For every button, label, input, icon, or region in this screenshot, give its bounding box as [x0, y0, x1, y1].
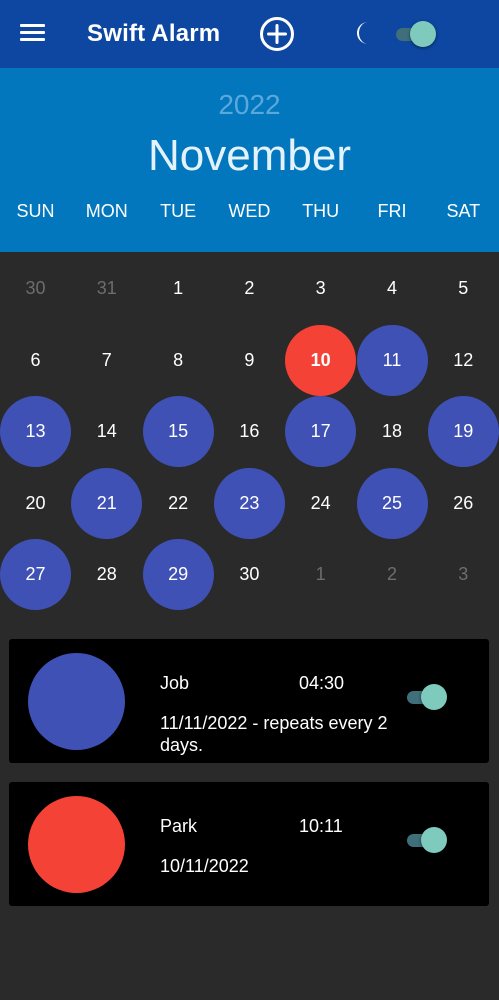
- day-cell[interactable]: 28: [71, 539, 142, 610]
- add-alarm-button[interactable]: [259, 16, 295, 52]
- day-cell[interactable]: 14: [71, 396, 142, 467]
- day-cell[interactable]: 6: [0, 325, 71, 396]
- day-cell[interactable]: 3: [428, 539, 499, 610]
- alarm-color-dot: [28, 796, 125, 893]
- alarm-card[interactable]: Park 10:11 10/11/2022: [9, 782, 489, 906]
- weekday-label: MON: [85, 201, 128, 221]
- day-cell[interactable]: 12: [428, 325, 499, 396]
- day-cell[interactable]: 1: [143, 253, 214, 324]
- day-cell[interactable]: 7: [71, 325, 142, 396]
- weekday-label: SUN: [16, 201, 55, 221]
- day-cell[interactable]: 8: [143, 325, 214, 396]
- day-cell[interactable]: 30: [0, 253, 71, 324]
- alarm-card[interactable]: Job 04:30 11/11/2022 - repeats every 2 day…: [9, 639, 489, 763]
- toggle-knob: [410, 21, 436, 47]
- weekday-row: SUN MON TUE WED THU FRI SAT: [0, 200, 499, 224]
- app-title: Swift Alarm: [87, 20, 221, 47]
- day-cell[interactable]: 2: [357, 539, 428, 610]
- alarm-name: Job: [160, 673, 190, 693]
- hamburger-menu-icon[interactable]: [20, 22, 46, 44]
- alarm-enable-toggle[interactable]: [407, 827, 447, 853]
- day-cell[interactable]: 4: [357, 253, 428, 324]
- calendar-header: 2022 November SUN MON TUE WED THU FRI SAT: [0, 68, 499, 252]
- alarm-name: Park: [160, 816, 198, 836]
- alarm-color-dot: [28, 653, 125, 750]
- day-cell[interactable]: 24: [285, 468, 356, 539]
- day-cell-alarm[interactable]: 27: [0, 539, 71, 610]
- weekday-label: TUE: [160, 201, 197, 221]
- toggle-knob: [421, 827, 447, 853]
- day-cell-alarm[interactable]: 13: [0, 396, 71, 467]
- weekday-label: FRI: [377, 201, 407, 221]
- day-cell-alarm[interactable]: 17: [285, 396, 357, 467]
- day-cell[interactable]: 16: [214, 396, 285, 467]
- day-cell-alarm[interactable]: 11: [356, 324, 428, 396]
- weekday-label: SAT: [446, 201, 481, 221]
- day-cell-alarm[interactable]: 29: [142, 539, 214, 610]
- alarm-detail: 10/11/2022: [160, 856, 249, 876]
- day-cell-alarm[interactable]: 23: [213, 467, 285, 539]
- alarm-detail: 11/11/2022 - repeats every 2 days.: [160, 713, 388, 755]
- alarm-enable-toggle[interactable]: [407, 684, 447, 710]
- day-cell[interactable]: 9: [214, 325, 285, 396]
- weekday-label: THU: [302, 201, 340, 221]
- plus-circle-icon: [260, 17, 294, 51]
- app-bar: Swift Alarm: [0, 0, 499, 68]
- calendar-month[interactable]: November: [0, 130, 499, 182]
- day-cell[interactable]: 3: [285, 253, 356, 324]
- day-cell-alarm[interactable]: 21: [71, 467, 143, 539]
- day-cell[interactable]: 31: [71, 253, 142, 324]
- day-cell[interactable]: 2: [214, 253, 285, 324]
- day-cell[interactable]: 5: [428, 253, 499, 324]
- calendar-year[interactable]: 2022: [0, 88, 499, 122]
- day-cell[interactable]: 30: [214, 539, 285, 610]
- day-cell-today[interactable]: 10: [285, 324, 357, 396]
- day-cell-alarm[interactable]: 15: [142, 396, 214, 467]
- alarm-time: 10:11: [299, 816, 343, 836]
- alarm-time: 04:30: [299, 673, 345, 693]
- day-cell-alarm[interactable]: 25: [356, 467, 428, 539]
- weekday-label: WED: [228, 201, 271, 221]
- day-cell-alarm[interactable]: 19: [427, 396, 499, 467]
- moon-icon: [357, 22, 368, 44]
- day-cell[interactable]: 18: [357, 396, 428, 467]
- day-cell[interactable]: 1: [285, 539, 356, 610]
- day-cell[interactable]: 26: [428, 468, 499, 539]
- calendar-grid: 30 31 1 2 3 4 5 6 7 8 9 10 11 12 13 14 15 16 17 18 19 20 21 22 2…: [0, 252, 499, 612]
- toggle-knob: [421, 684, 447, 710]
- day-cell[interactable]: 20: [0, 468, 71, 539]
- dark-mode-toggle[interactable]: [396, 21, 436, 47]
- day-cell[interactable]: 22: [143, 468, 214, 539]
